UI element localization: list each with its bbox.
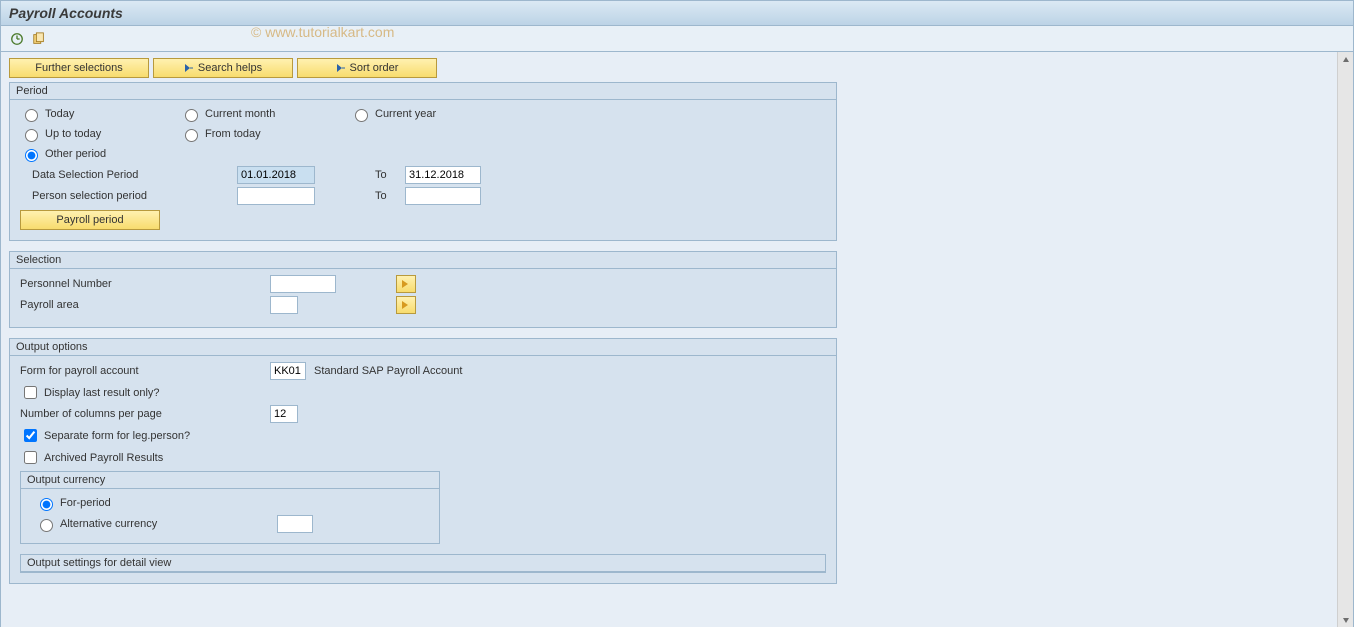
variant-icon[interactable]: [31, 31, 47, 47]
vertical-scrollbar[interactable]: [1337, 52, 1353, 627]
radio-up-to-today[interactable]: Up to today: [20, 126, 180, 142]
personnel-number-row: Personnel Number: [20, 275, 826, 293]
further-selections-label: Further selections: [35, 62, 122, 74]
display-last-row: Display last result only?: [20, 383, 826, 402]
output-options-group: Output options Form for payroll account …: [9, 338, 837, 584]
search-helps-label: Search helps: [198, 62, 262, 74]
radio-alt-currency[interactable]: Alternative currency: [35, 516, 157, 532]
person-selection-to-input[interactable]: [405, 187, 481, 205]
archived-row: Archived Payroll Results: [20, 448, 826, 467]
form-label: Form for payroll account: [20, 365, 270, 377]
payroll-area-multiple-button[interactable]: [396, 296, 416, 314]
payroll-period-label: Payroll period: [56, 214, 123, 226]
person-selection-from-input[interactable]: [237, 187, 315, 205]
payroll-period-button[interactable]: Payroll period: [20, 210, 160, 230]
output-currency-legend: Output currency: [21, 472, 439, 489]
data-selection-row: Data Selection Period To: [32, 166, 826, 184]
arrow-right-icon: [184, 63, 194, 73]
arrow-right-icon: [401, 300, 411, 310]
display-last-checkbox[interactable]: [24, 386, 37, 399]
selection-button-row: Further selections Search helps Sort ord…: [9, 58, 1345, 78]
content-area: Further selections Search helps Sort ord…: [1, 52, 1353, 627]
to-label: To: [375, 190, 405, 202]
radio-current-month[interactable]: Current month: [180, 106, 350, 122]
radio-current-year[interactable]: Current year: [350, 106, 520, 122]
payroll-area-input[interactable]: [270, 296, 298, 314]
arrow-right-icon: [336, 63, 346, 73]
output-detail-group: Output settings for detail view: [20, 554, 826, 573]
alt-currency-input[interactable]: [277, 515, 313, 533]
sort-order-label: Sort order: [350, 62, 399, 74]
cols-input[interactable]: [270, 405, 298, 423]
sep-form-label: Separate form for leg.person?: [44, 430, 190, 442]
radio-from-today[interactable]: From today: [180, 126, 350, 142]
title-bar: Payroll Accounts: [0, 0, 1354, 26]
arrow-right-icon: [401, 279, 411, 289]
page-title: Payroll Accounts: [9, 5, 123, 21]
scroll-down-icon[interactable]: [1338, 612, 1353, 627]
output-detail-legend: Output settings for detail view: [21, 555, 825, 572]
radio-for-period[interactable]: For-period: [35, 495, 111, 511]
output-currency-group: Output currency For-period Alternative c…: [20, 471, 440, 544]
data-selection-from-input[interactable]: [237, 166, 315, 184]
payroll-area-label: Payroll area: [20, 299, 270, 311]
output-options-legend: Output options: [10, 339, 836, 356]
execute-icon[interactable]: [9, 31, 25, 47]
selection-group: Selection Personnel Number Payroll area: [9, 251, 837, 328]
scroll-up-icon[interactable]: [1338, 52, 1353, 68]
payroll-area-row: Payroll area: [20, 296, 826, 314]
personnel-number-input[interactable]: [270, 275, 336, 293]
personnel-number-multiple-button[interactable]: [396, 275, 416, 293]
content-wrap: Further selections Search helps Sort ord…: [0, 52, 1354, 627]
display-last-label: Display last result only?: [44, 387, 160, 399]
radio-today[interactable]: Today: [20, 106, 180, 122]
selection-legend: Selection: [10, 252, 836, 269]
sep-form-checkbox[interactable]: [24, 429, 37, 442]
form-row: Form for payroll account Standard SAP Pa…: [20, 362, 826, 380]
period-legend: Period: [10, 83, 836, 100]
person-selection-row: Person selection period To: [32, 187, 826, 205]
archived-label: Archived Payroll Results: [44, 452, 163, 464]
cols-label: Number of columns per page: [20, 408, 270, 420]
form-input[interactable]: [270, 362, 306, 380]
watermark-text: © www.tutorialkart.com: [251, 24, 394, 40]
data-selection-label: Data Selection Period: [32, 169, 237, 181]
search-helps-button[interactable]: Search helps: [153, 58, 293, 78]
personnel-number-label: Personnel Number: [20, 278, 270, 290]
period-group: Period Today Current month Current year …: [9, 82, 837, 241]
data-selection-to-input[interactable]: [405, 166, 481, 184]
radio-other-period[interactable]: Other period: [20, 146, 180, 162]
cols-row: Number of columns per page: [20, 405, 826, 423]
to-label: To: [375, 169, 405, 181]
sep-form-row: Separate form for leg.person?: [20, 426, 826, 445]
archived-checkbox[interactable]: [24, 451, 37, 464]
person-selection-label: Person selection period: [32, 190, 237, 202]
app-toolbar: © www.tutorialkart.com: [0, 26, 1354, 52]
further-selections-button[interactable]: Further selections: [9, 58, 149, 78]
form-description: Standard SAP Payroll Account: [314, 365, 462, 377]
sort-order-button[interactable]: Sort order: [297, 58, 437, 78]
